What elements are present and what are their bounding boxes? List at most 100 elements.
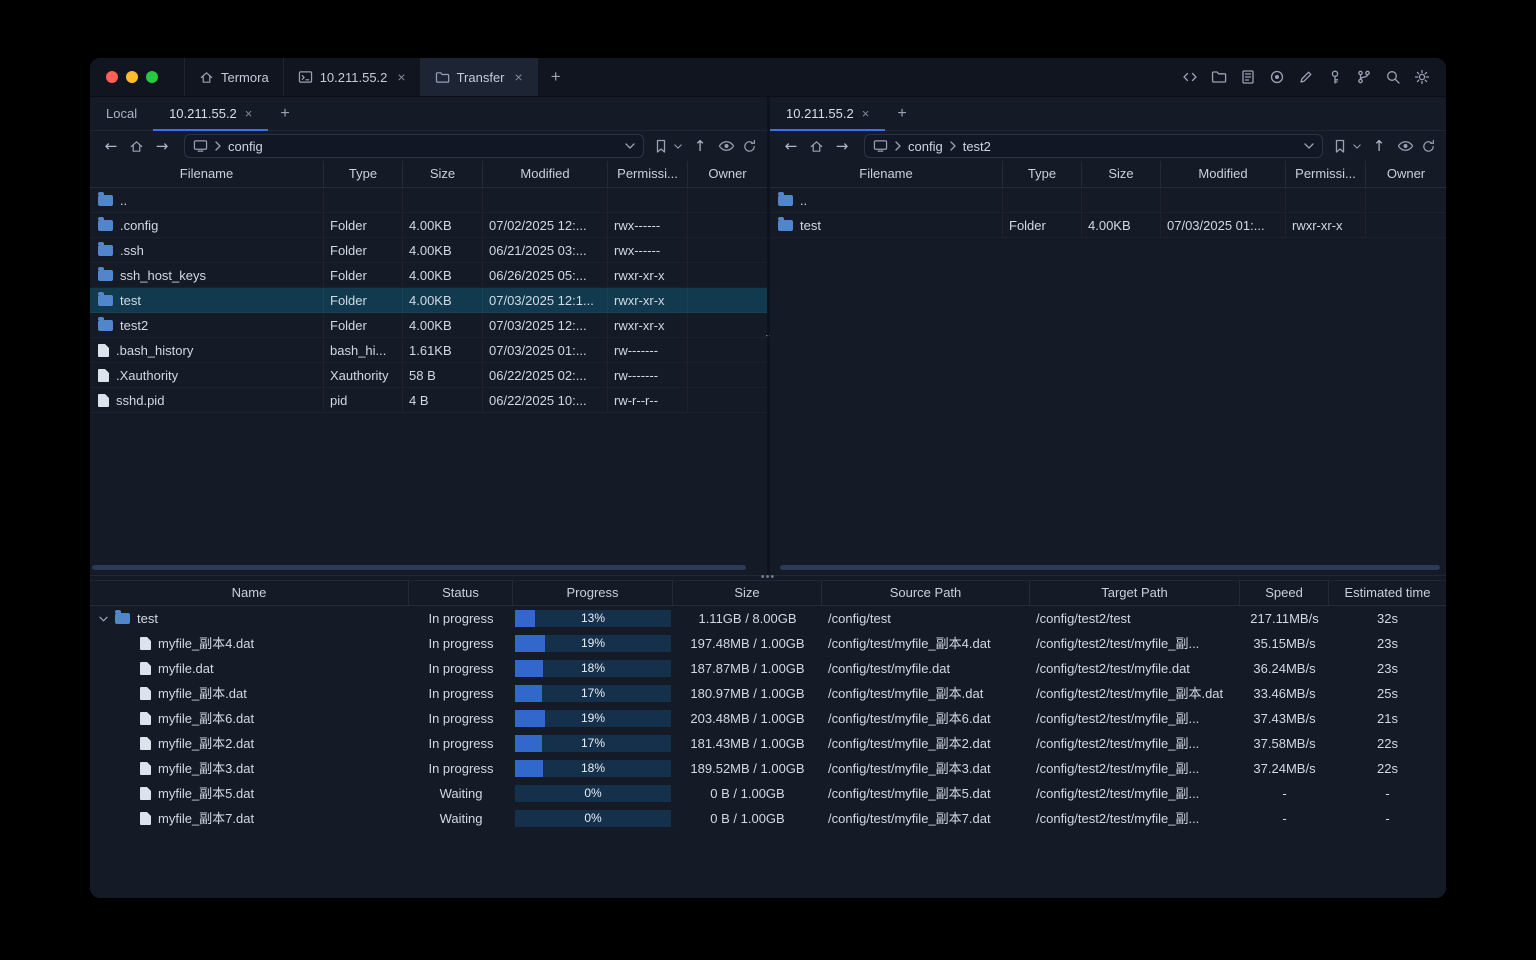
bookmark-dropdown-chevron-icon[interactable] (1353, 143, 1361, 149)
close-tab-icon[interactable]: × (245, 106, 253, 121)
transfer-panel: Name Status Progress Size Source Path Ta… (90, 581, 1446, 898)
column-header-modified[interactable]: Modified (483, 161, 608, 187)
path-bar[interactable]: config (184, 134, 644, 158)
file-row[interactable]: .. (770, 188, 1446, 213)
expand-chevron-icon[interactable] (99, 616, 108, 622)
column-header-filename[interactable]: Filename (90, 161, 324, 187)
file-row[interactable]: test2 Folder 4.00KB 07/03/2025 12:... rwxr-… (90, 313, 767, 338)
file-row[interactable]: .Xauthority Xauthority 58 B 06/22/2025 02:… (90, 363, 767, 388)
column-header-size[interactable]: Size (673, 581, 822, 605)
file-row[interactable]: sshd.pid pid 4 B 06/22/2025 10:... rw-r--r-… (90, 388, 767, 413)
edit-icon[interactable] (1298, 69, 1314, 85)
add-panel-tab-button[interactable]: + (268, 97, 301, 130)
key-icon[interactable] (1327, 69, 1343, 85)
chevron-right-icon (950, 141, 956, 151)
home-button[interactable] (129, 139, 144, 154)
file-icon (98, 393, 109, 407)
parent-directory-button[interactable]: ↑ (689, 137, 711, 155)
refresh-button[interactable] (1421, 139, 1436, 154)
new-tab-button[interactable]: + (538, 58, 574, 96)
breadcrumb-segment[interactable]: test2 (963, 139, 991, 154)
file-icon (140, 662, 151, 675)
transfer-row[interactable]: myfile_副本4.dat In progress 19% 197.48MB … (90, 631, 1446, 656)
column-header-target-path[interactable]: Target Path (1030, 581, 1240, 605)
horizontal-splitter[interactable]: ••• (90, 571, 1446, 583)
show-hidden-button[interactable] (1397, 140, 1414, 152)
transfer-row[interactable]: myfile_副本7.dat Waiting 0% 0 B / 1.00GB /… (90, 806, 1446, 831)
breadcrumb-segment[interactable]: config (908, 139, 943, 154)
column-header-name[interactable]: Name (90, 581, 409, 605)
column-header-type[interactable]: Type (1003, 161, 1082, 187)
tab-remote-host[interactable]: 10.211.55.2 × (153, 97, 269, 131)
column-header-estimated-time[interactable]: Estimated time (1329, 581, 1446, 605)
path-bar[interactable]: config test2 (864, 134, 1323, 158)
transfer-row[interactable]: myfile_副本5.dat Waiting 0% 0 B / 1.00GB /… (90, 781, 1446, 806)
add-panel-tab-button[interactable]: + (885, 97, 918, 130)
refresh-button[interactable] (742, 139, 757, 154)
transfer-row[interactable]: test In progress 13% 1.11GB / 8.00GB /co… (90, 606, 1446, 631)
chevron-down-icon[interactable] (625, 143, 635, 149)
file-row[interactable]: .bash_history bash_hi... 1.61KB 07/03/2025… (90, 338, 767, 363)
back-button[interactable]: ← (780, 137, 802, 155)
breadcrumb-segment[interactable]: config (228, 139, 263, 154)
bookmark-button[interactable] (1334, 139, 1346, 153)
tab-transfer[interactable]: Transfer × (420, 58, 538, 96)
file-icon (140, 737, 151, 750)
file-row[interactable]: .. (90, 188, 767, 213)
chevron-down-icon[interactable] (1304, 143, 1314, 149)
tab-local[interactable]: Local (90, 97, 153, 130)
column-header-owner[interactable]: Owner (688, 161, 767, 187)
close-window-button[interactable] (106, 71, 118, 83)
close-tab-icon[interactable]: × (515, 69, 523, 85)
horizontal-scrollbar-thumb[interactable] (780, 565, 1440, 570)
column-header-status[interactable]: Status (409, 581, 513, 605)
file-row[interactable]: .config Folder 4.00KB 07/02/2025 12:... rwx… (90, 213, 767, 238)
column-header-permissions[interactable]: Permissi... (1286, 161, 1366, 187)
file-row[interactable]: test Folder 4.00KB 07/03/2025 01:... rwxr-x… (770, 213, 1446, 238)
parent-directory-button[interactable]: ↑ (1368, 137, 1390, 155)
bookmark-button[interactable] (655, 139, 667, 153)
bookmark-dropdown-chevron-icon[interactable] (674, 143, 682, 149)
back-button[interactable]: ← (100, 137, 122, 155)
folder-icon[interactable] (1211, 69, 1227, 85)
folder-icon (98, 241, 113, 256)
horizontal-scrollbar-thumb[interactable] (92, 565, 746, 570)
column-header-owner[interactable]: Owner (1366, 161, 1446, 187)
transfer-row[interactable]: myfile_副本3.dat In progress 18% 189.52MB … (90, 756, 1446, 781)
forward-button[interactable]: → (831, 137, 853, 155)
transfer-row[interactable]: myfile_副本.dat In progress 17% 180.97MB /… (90, 681, 1446, 706)
home-button[interactable] (809, 139, 824, 154)
minimize-window-button[interactable] (126, 71, 138, 83)
transfer-row[interactable]: myfile_副本6.dat In progress 19% 203.48MB … (90, 706, 1446, 731)
forward-button[interactable]: → (151, 137, 173, 155)
search-icon[interactable] (1385, 69, 1401, 85)
transfer-folder-icon (435, 70, 450, 84)
file-row[interactable]: ssh_host_keys Folder 4.00KB 06/26/2025 05:… (90, 263, 767, 288)
column-header-size[interactable]: Size (1082, 161, 1161, 187)
show-hidden-button[interactable] (718, 140, 735, 152)
log-icon[interactable] (1240, 69, 1256, 85)
column-header-size[interactable]: Size (403, 161, 483, 187)
code-icon[interactable] (1182, 69, 1198, 85)
column-header-type[interactable]: Type (324, 161, 403, 187)
column-header-filename[interactable]: Filename (770, 161, 1003, 187)
column-header-modified[interactable]: Modified (1161, 161, 1286, 187)
record-icon[interactable] (1269, 69, 1285, 85)
column-header-progress[interactable]: Progress (513, 581, 673, 605)
file-row-selected[interactable]: test Folder 4.00KB 07/03/2025 12:1... rwxr-… (90, 288, 767, 313)
zoom-window-button[interactable] (146, 71, 158, 83)
transfer-row[interactable]: myfile.dat In progress 18% 187.87MB / 1.… (90, 656, 1446, 681)
close-tab-icon[interactable]: × (862, 106, 870, 121)
close-tab-icon[interactable]: × (397, 69, 405, 85)
tab-remote-host[interactable]: 10.211.55.2 × (770, 97, 886, 131)
column-header-permissions[interactable]: Permissi... (608, 161, 688, 187)
column-header-source-path[interactable]: Source Path (822, 581, 1030, 605)
settings-gear-icon[interactable] (1414, 69, 1430, 85)
column-header-speed[interactable]: Speed (1240, 581, 1329, 605)
branch-icon[interactable] (1356, 69, 1372, 85)
file-row[interactable]: .ssh Folder 4.00KB 06/21/2025 03:... rwx---… (90, 238, 767, 263)
transfer-row[interactable]: myfile_副本2.dat In progress 17% 181.43MB … (90, 731, 1446, 756)
folder-icon (98, 266, 113, 281)
tab-host-session[interactable]: 10.211.55.2 × (284, 58, 421, 96)
tab-termora[interactable]: Termora (185, 58, 284, 96)
